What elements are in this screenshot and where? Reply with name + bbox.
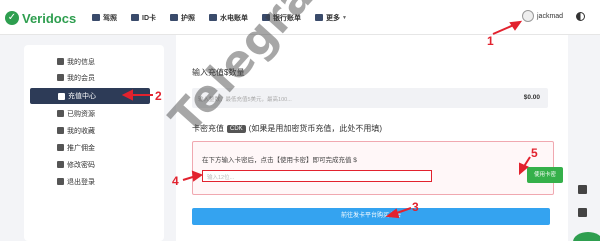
use-card-button[interactable]: 使用卡密: [527, 167, 563, 183]
sidebar-item-favorites[interactable]: 我的收藏: [24, 123, 164, 138]
logo-check-icon: ✓: [5, 11, 19, 25]
sidebar-item-logout[interactable]: 退出登录: [24, 174, 164, 189]
chat-widget[interactable]: [573, 232, 600, 241]
cloud-icon: [57, 110, 64, 117]
annotation-1: 1: [487, 34, 494, 48]
promo-icon: [57, 144, 64, 151]
gem-icon: [57, 74, 64, 81]
sidebar-item-purchased[interactable]: 已购资源: [24, 106, 164, 121]
buy-card-button[interactable]: 前往发卡平台购买卡密: [192, 208, 550, 225]
wallet-icon: [58, 92, 65, 100]
user-menu[interactable]: jackmad: [522, 10, 563, 22]
amount-input[interactable]: 输入整数，最低充值5美元，最高100... $0.00: [192, 88, 548, 108]
sidebar-item-membership[interactable]: 我的会员: [24, 70, 164, 85]
bank-icon: [262, 14, 270, 21]
user-icon: [57, 58, 64, 65]
main-nav: 驾照 ID卡 护照 水电账单 银行账单 更多 ▼: [92, 0, 361, 35]
nav-item-bank-statement[interactable]: 银行账单: [262, 13, 301, 23]
nav-item-idcard[interactable]: ID卡: [131, 13, 156, 23]
avatar: [522, 10, 534, 22]
more-icon: [315, 14, 323, 21]
sidebar-item-commission[interactable]: 推广佣金: [24, 140, 164, 155]
chevron-down-icon: ▼: [342, 14, 347, 21]
annotation-3: 3: [412, 200, 419, 214]
card-hint: 在下方输入卡密后，点击【使用卡密】即可完成充值 $: [202, 157, 357, 164]
nav-item-passport[interactable]: 护照: [170, 13, 195, 23]
passport-icon: [170, 14, 178, 21]
brand-logo[interactable]: ✓ Veridocs: [5, 8, 76, 28]
cdk-badge: CDK: [227, 124, 246, 133]
car-icon: [92, 14, 100, 21]
recharge-panel: 输入充值$数量 输入整数，最低充值5美元，最高100... $0.00 卡密充值…: [176, 35, 568, 241]
logout-icon: [57, 178, 64, 185]
nav-item-license[interactable]: 驾照: [92, 13, 117, 23]
list-icon[interactable]: [578, 208, 587, 217]
heart-icon: [57, 127, 64, 134]
sidebar-item-recharge[interactable]: 充值中心: [30, 88, 150, 104]
annotation-5: 5: [531, 146, 538, 160]
username: jackmad: [537, 12, 564, 20]
annotation-2: 2: [155, 89, 162, 103]
card-code-box: 在下方输入卡密后，点击【使用卡密】即可完成充值 $ 输入12位... 使用卡密: [192, 141, 563, 195]
sidebar-item-change-password[interactable]: 修改密码: [24, 157, 164, 172]
nav-item-more[interactable]: 更多 ▼: [315, 13, 347, 23]
theme-toggle-icon[interactable]: [576, 12, 585, 21]
top-navbar: ✓ Veridocs 驾照 ID卡 护照 水电账单 银行账单 更多 ▼ jackm…: [0, 0, 600, 35]
amount-value: $0.00: [523, 94, 540, 101]
amount-placeholder: 输入整数，最低充值5美元，最高100...: [198, 97, 292, 103]
brand-name: Veridocs: [22, 10, 77, 26]
card-section-label: 卡密充值 CDK (如果是用加密货币充值，此处不用填): [192, 124, 382, 133]
bill-icon: [209, 14, 217, 21]
calendar-icon[interactable]: [578, 185, 587, 194]
user-sidebar: 我的信息 我的会员 充值中心 已购资源 我的收藏 推广佣金 修改密码 退出登录: [24, 45, 164, 241]
amount-label: 输入充值$数量: [192, 68, 245, 77]
sidebar-item-profile[interactable]: 我的信息: [24, 54, 164, 69]
card-code-input[interactable]: 输入12位...: [202, 170, 432, 182]
nav-item-utility-bill[interactable]: 水电账单: [209, 13, 248, 23]
id-card-icon: [131, 14, 139, 21]
annotation-4: 4: [172, 174, 179, 188]
key-icon: [57, 161, 64, 168]
